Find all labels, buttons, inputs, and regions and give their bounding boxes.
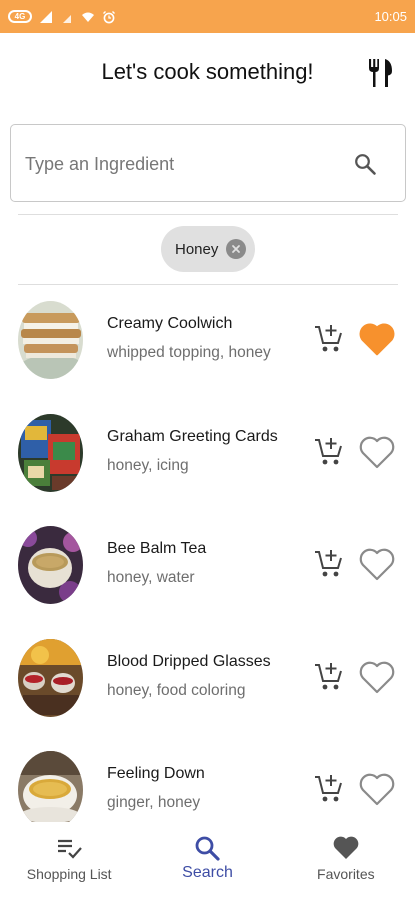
list-item[interactable]: Creamy Coolwich whipped topping, honey <box>0 285 415 398</box>
recipe-thumbnail <box>18 751 83 822</box>
status-time: 10:05 <box>374 9 407 24</box>
chip-label: Honey <box>175 240 219 258</box>
list-item[interactable]: Bee Balm Tea honey, water <box>0 510 415 623</box>
heart-icon <box>333 836 359 859</box>
list-item[interactable]: Blood Dripped Glasses honey, food colori… <box>0 623 415 736</box>
nav-label: Favorites <box>317 866 375 882</box>
add-to-cart-icon[interactable] <box>314 549 344 579</box>
nav-item-search[interactable]: Search <box>138 822 276 900</box>
recipe-ingredients: honey, food coloring <box>107 681 246 699</box>
favorite-heart-outline-icon[interactable] <box>359 660 395 694</box>
recipe-name: Bee Balm Tea <box>107 540 207 557</box>
search-icon <box>196 836 221 861</box>
favorite-heart-outline-icon[interactable] <box>359 772 395 806</box>
recipe-thumbnail <box>18 413 83 492</box>
divider <box>18 214 398 215</box>
app-header: Let's cook something! <box>0 33 415 115</box>
recipe-ingredients: whipped topping, honey <box>107 344 271 361</box>
cutlery-icon[interactable] <box>367 57 395 89</box>
search-box[interactable] <box>10 124 406 203</box>
nav-item-favorites[interactable]: Favorites <box>277 822 415 900</box>
add-to-cart-icon[interactable] <box>314 662 344 692</box>
page-title: Let's cook something! <box>101 59 314 84</box>
recipe-ingredients: honey, icing <box>107 456 189 474</box>
favorite-heart-outline-icon[interactable] <box>359 547 395 581</box>
recipe-ingredients: ginger, honey <box>107 794 201 811</box>
recipe-name: Blood Dripped Glasses <box>107 652 271 670</box>
signal-icon <box>40 10 52 23</box>
recipe-ingredients: honey, water <box>107 569 195 586</box>
favorite-heart-icon[interactable] <box>359 322 395 356</box>
recipe-name: Feeling Down <box>107 765 205 782</box>
nav-label: Search <box>182 864 233 881</box>
recipe-name: Creamy Coolwich <box>107 315 233 332</box>
shopping-list-icon <box>58 839 82 859</box>
favorite-heart-outline-icon[interactable] <box>359 435 395 469</box>
signal-secondary-icon <box>63 14 71 23</box>
alarm-icon <box>103 10 115 23</box>
add-to-cart-icon[interactable] <box>314 324 344 354</box>
recipe-list[interactable]: Creamy Coolwich whipped topping, honey G… <box>0 285 415 822</box>
status-bar: 4G 10:05 <box>0 0 415 33</box>
network-badge: 4G <box>8 10 32 23</box>
recipe-thumbnail <box>18 526 83 604</box>
recipe-thumbnail <box>18 638 83 717</box>
recipe-thumbnail <box>18 301 83 379</box>
list-item[interactable]: Graham Greeting Cards honey, icing <box>0 398 415 511</box>
add-to-cart-icon[interactable] <box>314 437 344 467</box>
search-input[interactable] <box>25 125 325 203</box>
filter-chip-honey[interactable]: Honey <box>161 226 255 272</box>
list-item[interactable]: Feeling Down ginger, honey <box>0 735 415 822</box>
recipe-name: Graham Greeting Cards <box>107 427 278 445</box>
wifi-icon <box>82 12 94 22</box>
add-to-cart-icon[interactable] <box>314 774 344 804</box>
close-icon[interactable] <box>226 239 246 259</box>
nav-label: Shopping List <box>26 866 112 882</box>
nav-item-shopping-list[interactable]: Shopping List <box>0 822 138 900</box>
search-icon[interactable] <box>353 152 377 176</box>
bottom-nav: Shopping List Search Favorites <box>0 822 415 900</box>
